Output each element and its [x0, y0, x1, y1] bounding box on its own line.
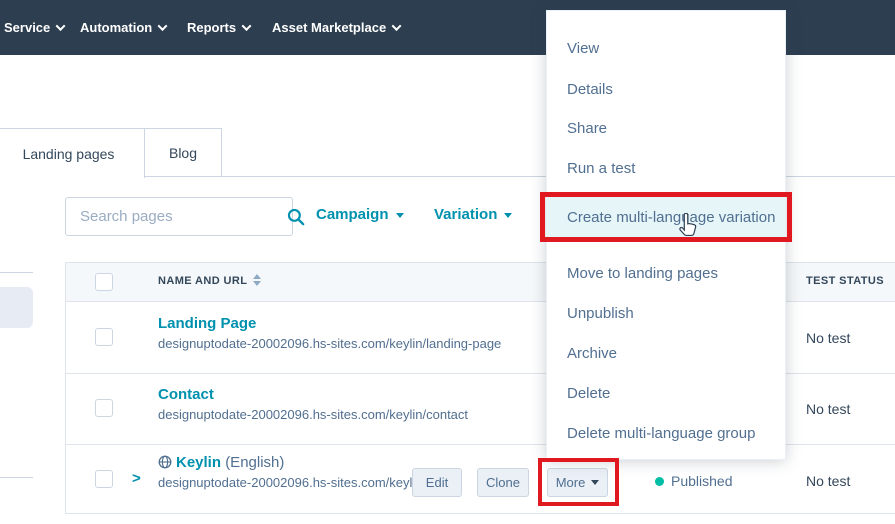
campaign-filter-dropdown[interactable]: Campaign	[316, 206, 404, 223]
menu-item-details[interactable]: Details	[567, 80, 775, 100]
page-url: designuptodate-20002096.hs-sites.com/key…	[158, 336, 502, 351]
tab-label: Landing pages	[22, 145, 115, 162]
side-panel-edge-item	[0, 287, 33, 328]
search-input[interactable]	[66, 198, 287, 235]
nav-item-label: Service	[4, 20, 51, 35]
search-icon[interactable]	[287, 208, 305, 226]
nav-item-label: Reports	[187, 20, 237, 35]
test-status-value: No test	[806, 401, 851, 417]
menu-item-delete-multi-language-group[interactable]: Delete multi-language group	[567, 424, 775, 444]
menu-item-archive[interactable]: Archive	[567, 344, 775, 364]
row-checkbox[interactable]	[95, 328, 113, 346]
side-panel-edge-divider	[0, 272, 33, 273]
menu-item-create-multi-language-variation[interactable]: Create multi-language variation	[567, 197, 785, 239]
clone-button-label: Clone	[486, 475, 520, 490]
globe-icon	[158, 455, 172, 469]
menu-item-move-to-landing-pages[interactable]: Move to landing pages	[567, 264, 775, 284]
row-checkbox[interactable]	[95, 470, 113, 488]
row-checkbox[interactable]	[95, 399, 113, 417]
sort-up-arrow	[253, 274, 261, 279]
pages-manager-screen: Service Automation Reports Asset Marketp…	[0, 0, 895, 524]
page-name-line: Keylin (English)	[158, 454, 412, 471]
more-button[interactable]: More	[547, 468, 608, 497]
row-divider	[66, 513, 895, 514]
caret-down-icon	[504, 213, 513, 218]
variation-filter-dropdown[interactable]: Variation	[434, 206, 513, 223]
chevron-down-icon	[55, 21, 66, 32]
menu-item-unpublish[interactable]: Unpublish	[567, 304, 775, 324]
column-header-test-status[interactable]: TEST STATUS	[806, 275, 884, 287]
edit-button-label: Edit	[425, 475, 449, 490]
menu-item-create-multi-language-variation-highlight: Create multi-language variation	[547, 197, 785, 239]
sort-icon[interactable]	[253, 274, 261, 286]
tab-blog[interactable]: Blog	[145, 128, 222, 177]
page-name-link[interactable]: Keylin	[176, 454, 221, 471]
menu-item-delete[interactable]: Delete	[567, 384, 775, 404]
nav-item-automation[interactable]: Automation	[80, 0, 168, 55]
nav-item-label: Asset Marketplace	[272, 20, 387, 35]
side-panel-edge-divider	[0, 477, 33, 478]
tab-landing-pages[interactable]: Landing pages	[0, 128, 145, 178]
nav-item-asset-marketplace[interactable]: Asset Marketplace	[272, 0, 402, 55]
search-box	[65, 197, 305, 236]
menu-item-share[interactable]: Share	[567, 119, 775, 139]
chevron-right-icon[interactable]: >	[132, 470, 141, 487]
page-language: (English)	[225, 454, 285, 471]
test-status-value: No test	[806, 473, 851, 489]
sort-down-arrow	[253, 281, 261, 286]
filter-label: Variation	[434, 206, 498, 223]
nav-item-reports[interactable]: Reports	[187, 0, 252, 55]
caret-down-icon	[591, 480, 600, 485]
page-name-link[interactable]: Landing Page	[158, 315, 501, 332]
page-url: designuptodate-20002096.hs-sites.com/key…	[158, 475, 413, 490]
page-url: designuptodate-20002096.hs-sites.com/key…	[158, 407, 469, 422]
published-status-dot	[655, 477, 664, 486]
clone-button[interactable]: Clone	[477, 468, 529, 497]
nav-item-service[interactable]: Service	[4, 0, 66, 55]
nav-item-label: Automation	[80, 20, 153, 35]
chevron-down-icon	[391, 21, 402, 32]
chevron-down-icon	[241, 21, 252, 32]
edit-button[interactable]: Edit	[412, 468, 462, 497]
column-header-name-url[interactable]: NAME AND URL	[158, 275, 247, 287]
publish-status-label: Published	[671, 473, 733, 489]
tab-label: Blog	[168, 144, 198, 161]
page-name-link[interactable]: Contact	[158, 386, 468, 403]
filter-label: Campaign	[316, 206, 389, 223]
select-all-checkbox[interactable]	[95, 273, 113, 291]
more-button-label: More	[555, 475, 586, 490]
menu-item-run-a-test[interactable]: Run a test	[567, 159, 775, 179]
caret-down-icon	[395, 213, 404, 218]
menu-item-view[interactable]: View	[567, 39, 775, 59]
test-status-value: No test	[806, 330, 851, 346]
chevron-down-icon	[157, 21, 168, 32]
more-actions-menu: View Details Share Run a test Create mul…	[546, 10, 786, 460]
